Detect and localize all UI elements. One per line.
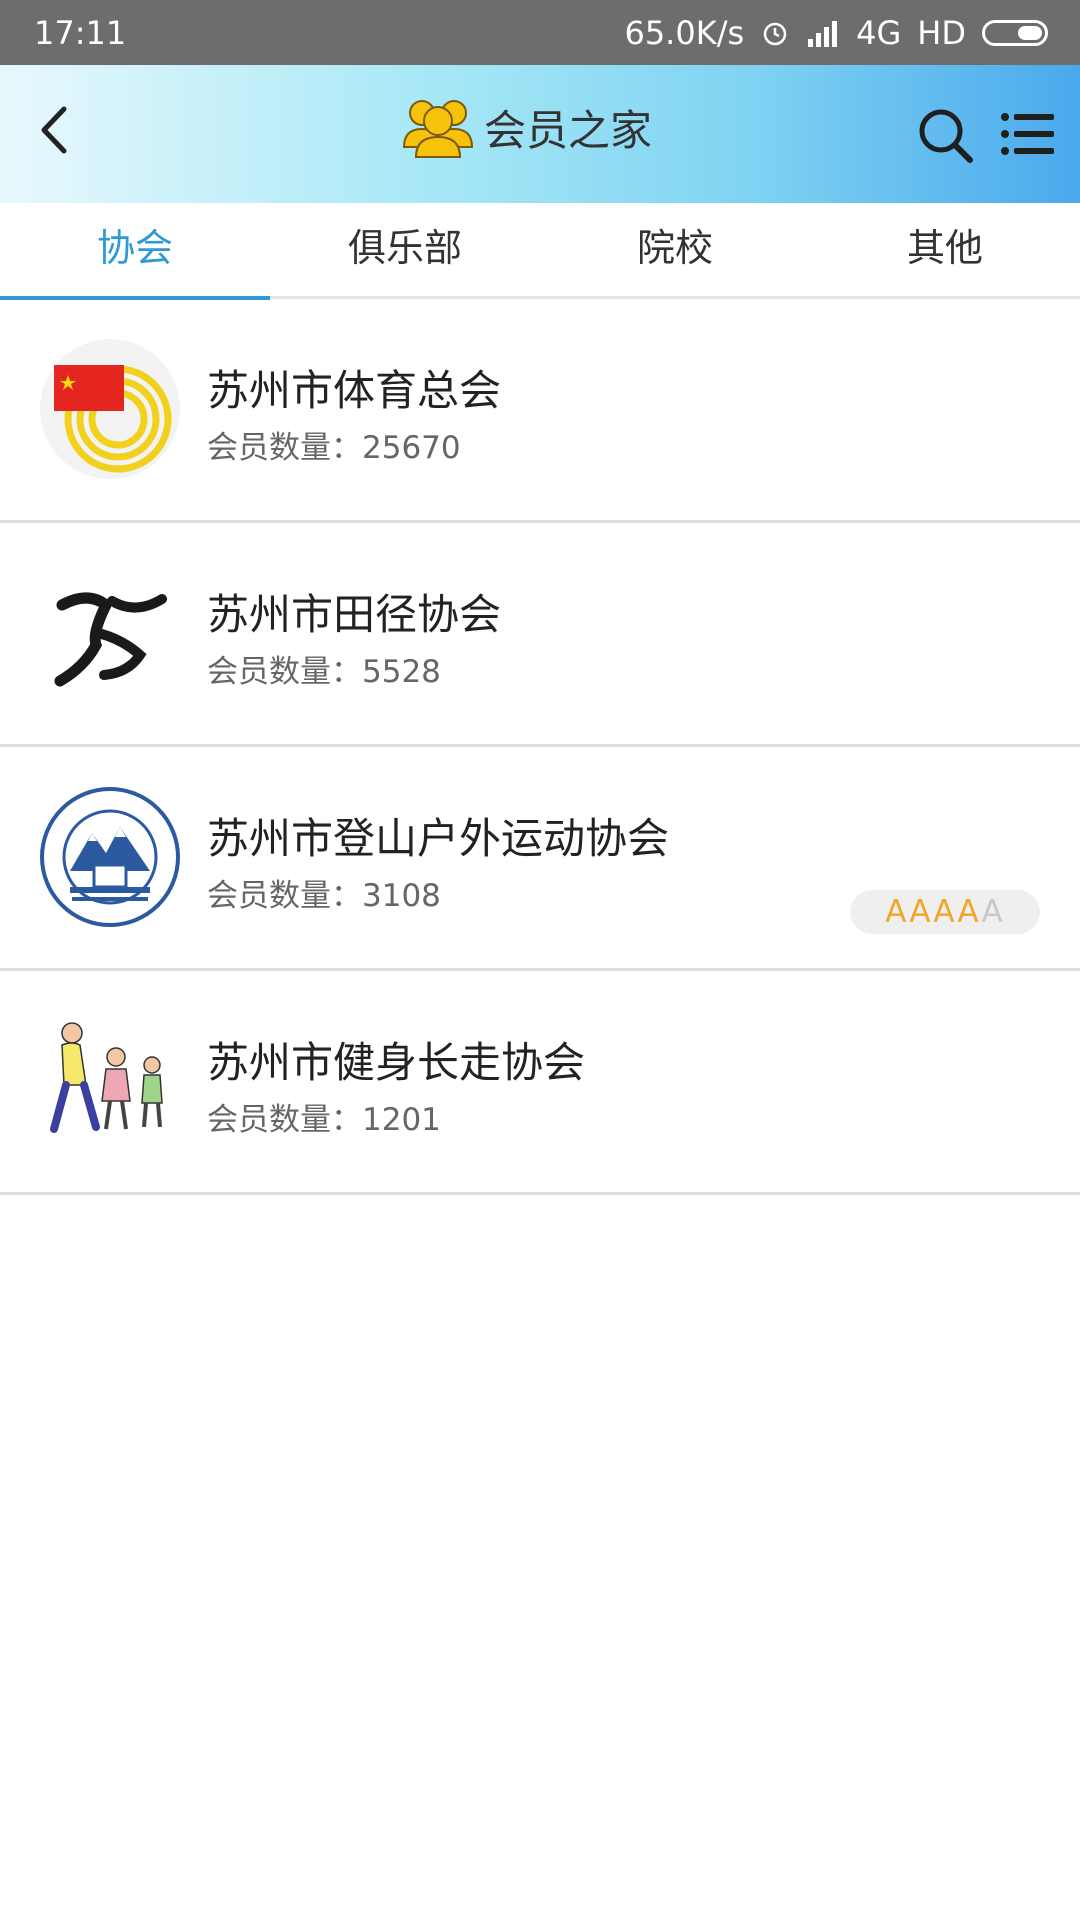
header-title-group: 会员之家	[400, 95, 652, 159]
tab-club[interactable]: 俱乐部	[270, 203, 540, 299]
rating-badge: AAAAA	[850, 890, 1040, 934]
category-tabs: 协会 俱乐部 院校 其他	[0, 203, 1080, 300]
tab-other[interactable]: 其他	[810, 203, 1080, 299]
sports-federation-logo	[40, 339, 180, 479]
signal-icon	[808, 21, 838, 47]
item-name: 苏州市健身长走协会	[207, 1038, 586, 1087]
rating-filled: AAAA	[885, 894, 982, 930]
walking-family-logo	[50, 1022, 163, 1133]
network-speed: 65.0K/s	[624, 14, 745, 52]
item-member-count: 会员数量：25670	[207, 430, 461, 466]
status-right: 65.0K/s 4G HD	[624, 14, 1048, 52]
list-item[interactable]: 苏州市体育总会 会员数量：25670	[0, 299, 1080, 523]
runner-logo	[54, 592, 167, 687]
item-name: 苏州市登山户外运动协会	[207, 814, 670, 863]
item-member-count: 会员数量：3108	[207, 878, 441, 914]
mountaineering-logo	[40, 787, 180, 927]
members-icon	[402, 100, 474, 158]
page-title: 会员之家	[484, 105, 653, 155]
alarm-icon	[763, 22, 787, 46]
item-name: 苏州市田径协会	[207, 590, 502, 639]
item-member-count: 会员数量：5528	[207, 654, 441, 690]
status-bar: 17:11 65.0K/s 4G HD	[0, 0, 1080, 65]
tab-school[interactable]: 院校	[540, 203, 810, 299]
search-icon[interactable]	[915, 105, 975, 165]
list-item[interactable]: 苏州市田径协会 会员数量：5528	[0, 523, 1080, 747]
network-type: 4G	[856, 14, 902, 52]
battery-icon	[982, 20, 1048, 46]
status-time: 17:11	[34, 14, 127, 52]
list-item[interactable]: 苏州市健身长走协会 会员数量：1201	[0, 971, 1080, 1195]
tab-association[interactable]: 协会	[0, 203, 270, 299]
list-menu-icon[interactable]	[1000, 112, 1054, 156]
item-member-count: 会员数量：1201	[207, 1102, 441, 1138]
back-arrow-icon[interactable]	[36, 105, 74, 155]
list-item[interactable]: 苏州市登山户外运动协会 会员数量：3108 AAAAA	[0, 747, 1080, 971]
item-name: 苏州市体育总会	[207, 366, 502, 415]
app-header: 会员之家	[0, 65, 1080, 203]
hd-label: HD	[917, 14, 966, 52]
rating-empty: A	[981, 894, 1005, 930]
